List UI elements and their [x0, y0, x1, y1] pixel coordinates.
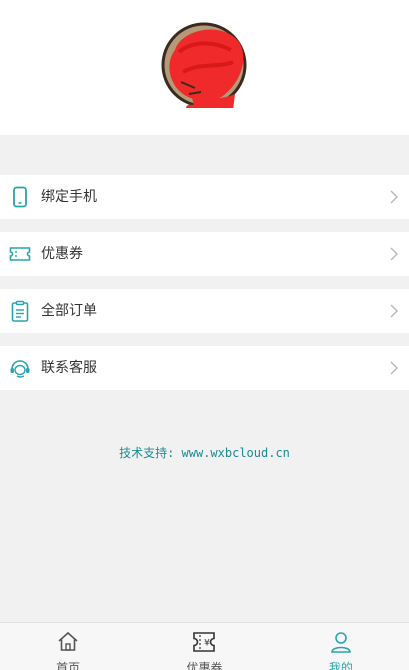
tech-support-link[interactable]: 技术支持: www.wxbcloud.cn: [0, 444, 409, 461]
tab-label: 首页: [56, 661, 81, 670]
chevron-right-icon: [390, 190, 398, 204]
tab-home[interactable]: 首页: [0, 623, 136, 670]
menu-item-coupons[interactable]: 优惠券: [0, 232, 409, 276]
menu-item-label: 绑定手机: [41, 189, 97, 205]
clipboard-icon: [11, 300, 29, 322]
bottom-tab-bar: 首页 ¥ 优惠券 我的: [0, 622, 409, 670]
menu-item-customer-service[interactable]: 联系客服: [0, 346, 409, 390]
menu-item-all-orders[interactable]: 全部订单: [0, 289, 409, 333]
chevron-right-icon: [390, 361, 398, 375]
home-icon: [58, 631, 78, 651]
avatar[interactable]: [161, 22, 247, 117]
user-icon: [331, 632, 351, 653]
ticket-icon: [9, 247, 31, 261]
avatar-redacted-icon: [161, 22, 247, 117]
coupon-icon: ¥: [193, 632, 216, 652]
svg-text:¥: ¥: [205, 639, 211, 649]
menu-item-label: 联系客服: [41, 360, 97, 376]
tab-label: 优惠券: [186, 661, 223, 670]
tab-label: 我的: [328, 661, 353, 670]
tab-coupons[interactable]: ¥ 优惠券: [136, 623, 272, 670]
profile-header: [0, 0, 409, 135]
menu-item-label: 优惠券: [41, 246, 83, 262]
chevron-right-icon: [390, 304, 398, 318]
menu-item-bind-phone[interactable]: 绑定手机: [0, 175, 409, 219]
menu-item-label: 全部订单: [41, 303, 97, 319]
phone-icon: [13, 186, 27, 208]
headset-icon: [10, 360, 30, 378]
tab-mine[interactable]: 我的: [273, 623, 409, 670]
my-page: 绑定手机 优惠券 全部订单 联系客服 技术支持: www.wxbcloud.cn…: [0, 0, 409, 670]
chevron-right-icon: [390, 247, 398, 261]
